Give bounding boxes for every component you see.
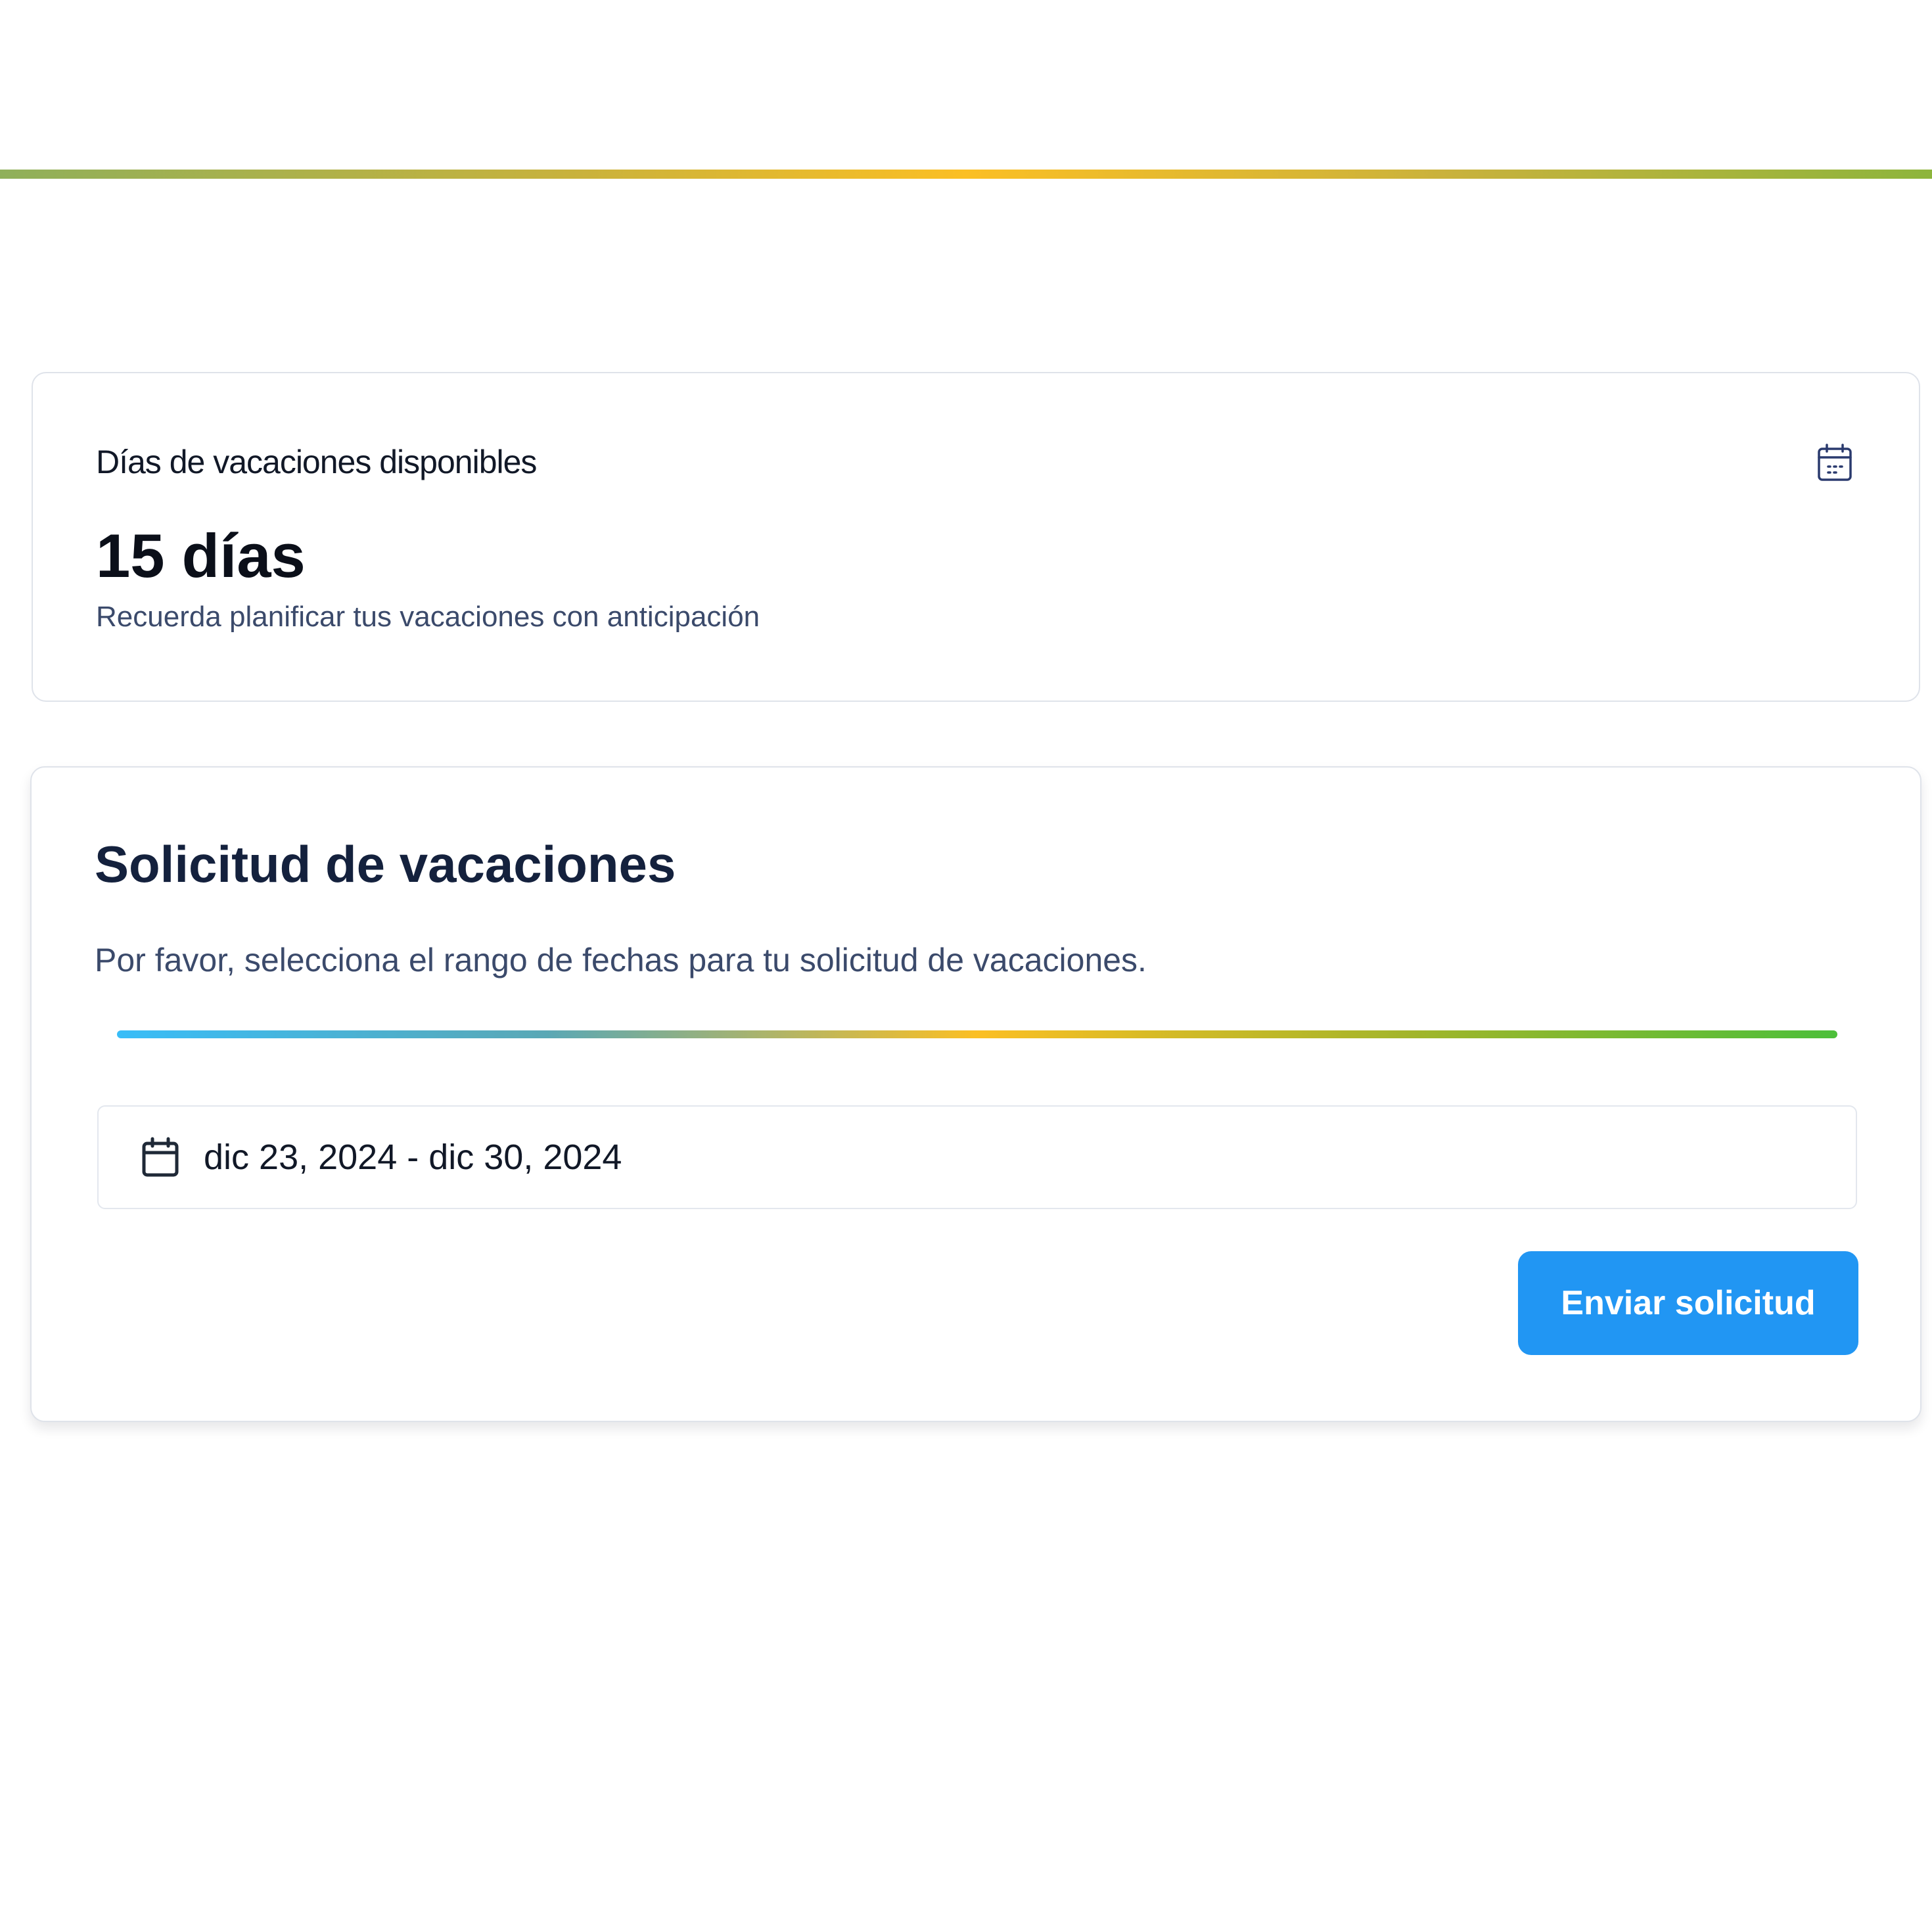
- calendar-icon: [1816, 443, 1853, 482]
- balance-label: Días de vacaciones disponibles: [96, 444, 537, 480]
- date-range-picker[interactable]: dic 23, 2024 - dic 30, 2024: [97, 1105, 1857, 1209]
- request-description: Por favor, selecciona el rango de fechas…: [95, 942, 1147, 978]
- date-range-value: dic 23, 2024 - dic 30, 2024: [204, 1138, 622, 1177]
- header-accent-line: [0, 170, 1932, 179]
- vacation-balance-card: Días de vacaciones disponibles 15 días R…: [32, 372, 1920, 702]
- vacation-request-card: Solicitud de vacaciones Por favor, selec…: [30, 766, 1921, 1422]
- available-days-value: 15 días: [96, 521, 306, 590]
- progress-bar: [117, 1030, 1837, 1038]
- top-header: [0, 0, 1932, 172]
- request-title: Solicitud de vacaciones: [95, 835, 676, 893]
- calendar-icon: [141, 1137, 180, 1178]
- submit-request-button[interactable]: Enviar solicitud: [1518, 1251, 1858, 1355]
- planning-hint: Recuerda planificar tus vacaciones con a…: [96, 601, 760, 633]
